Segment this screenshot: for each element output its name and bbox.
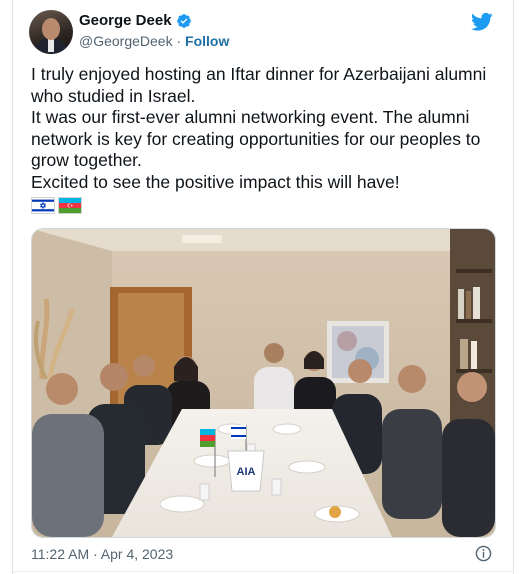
divider (13, 571, 513, 572)
israel-flag (31, 197, 55, 214)
info-icon[interactable] (475, 545, 492, 562)
tweet-timestamp[interactable]: 11:22 AM · Apr 4, 2023 (31, 546, 173, 562)
tweet-text: I truly enjoyed hosting an Iftar dinner … (31, 64, 501, 193)
azerbaijan-flag (58, 197, 82, 214)
twitter-bird-icon[interactable] (471, 12, 493, 32)
author-name[interactable]: George Deek (79, 12, 172, 29)
tweet-line: Excited to see the positive impact this … (31, 171, 400, 192)
tweet-photo[interactable]: AIA (31, 228, 496, 538)
table-sign-text: AIA (237, 466, 256, 478)
tweet-line: I truly enjoyed hosting an Iftar dinner … (31, 64, 487, 106)
author-handle-row: @GeorgeDeek · Follow (79, 33, 229, 49)
tweet-line: It was our first-ever alumni networking … (31, 107, 481, 170)
follow-link[interactable]: Follow (185, 33, 229, 49)
tweet-card: George Deek @GeorgeDeek · Follow I truly… (12, 0, 514, 574)
flag-emojis (31, 197, 82, 214)
handle-separator: · (172, 33, 186, 49)
author-handle[interactable]: @GeorgeDeek (79, 33, 173, 49)
author-name-row: George Deek (79, 12, 192, 29)
avatar[interactable] (29, 10, 73, 54)
verified-badge-icon (176, 13, 191, 28)
